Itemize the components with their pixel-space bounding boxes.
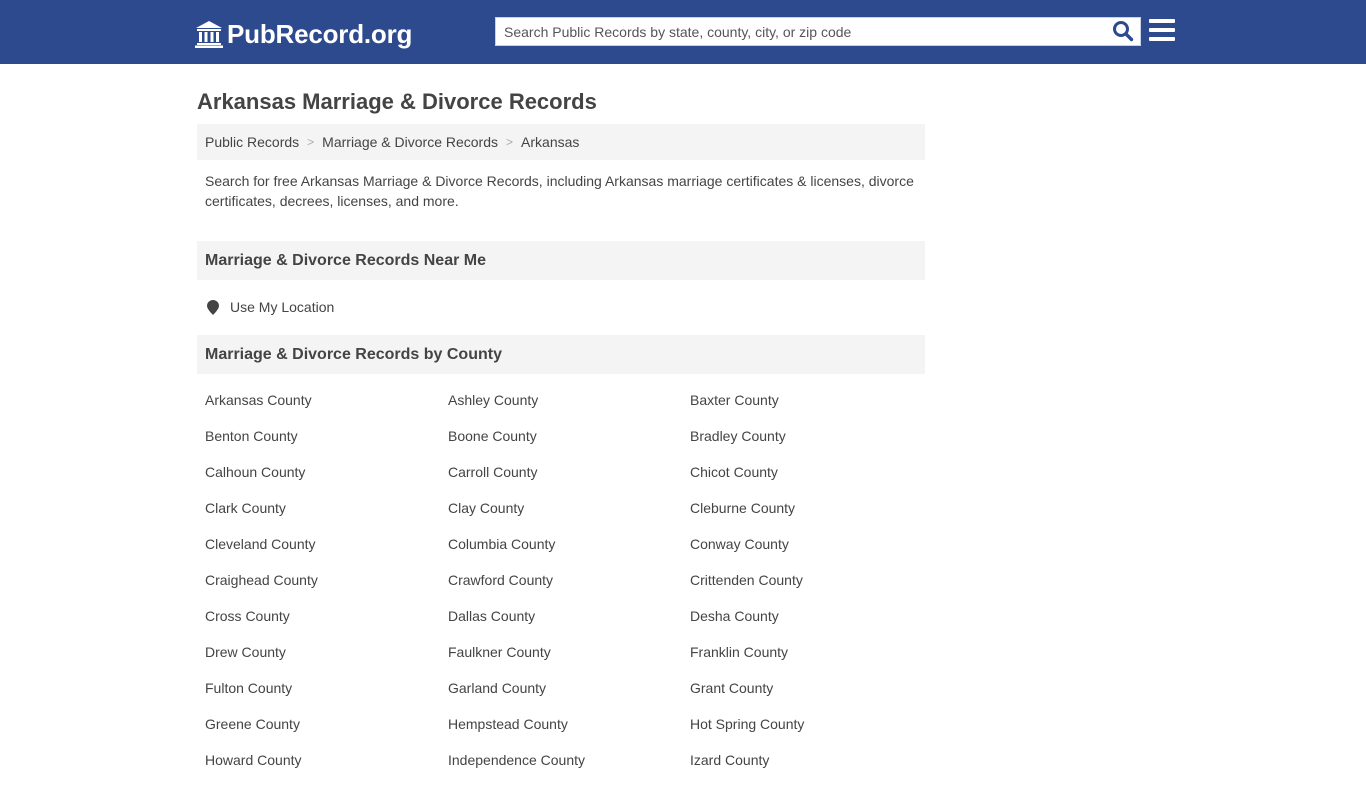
county-link[interactable]: Carroll County xyxy=(448,462,690,498)
hamburger-menu-icon xyxy=(1149,19,1175,23)
county-link[interactable]: Boone County xyxy=(448,426,690,462)
county-link[interactable]: Calhoun County xyxy=(205,462,448,498)
county-link[interactable]: Hempstead County xyxy=(448,714,690,750)
use-my-location-link[interactable]: Use My Location xyxy=(197,297,925,317)
county-link[interactable]: Garland County xyxy=(448,678,690,714)
courthouse-icon xyxy=(195,21,223,48)
main-content: Arkansas Marriage & Divorce Records Publ… xyxy=(197,64,925,786)
county-link[interactable]: Arkansas County xyxy=(205,390,448,426)
county-link[interactable]: Benton County xyxy=(205,426,448,462)
page-title: Arkansas Marriage & Divorce Records xyxy=(197,89,597,114)
county-link[interactable]: Fulton County xyxy=(205,678,448,714)
hamburger-bar xyxy=(1149,28,1175,32)
breadcrumb-arkansas[interactable]: Arkansas xyxy=(521,134,579,150)
breadcrumb: Public Records > Marriage & Divorce Reco… xyxy=(197,124,925,160)
county-link[interactable]: Hot Spring County xyxy=(690,714,933,750)
menu-button[interactable] xyxy=(1149,19,1175,43)
county-link[interactable]: Ashley County xyxy=(448,390,690,426)
breadcrumb-public-records[interactable]: Public Records xyxy=(205,134,299,150)
hamburger-bar xyxy=(1149,37,1175,41)
county-link[interactable]: Cleveland County xyxy=(205,534,448,570)
county-link[interactable]: Crittenden County xyxy=(690,570,933,606)
county-link[interactable]: Clay County xyxy=(448,498,690,534)
county-link[interactable]: Drew County xyxy=(205,642,448,678)
near-me-heading: Marriage & Divorce Records Near Me xyxy=(197,241,925,280)
intro-text: Search for free Arkansas Marriage & Divo… xyxy=(205,173,914,209)
county-link[interactable]: Desha County xyxy=(690,606,933,642)
county-link[interactable]: Cleburne County xyxy=(690,498,933,534)
search-icon xyxy=(1113,21,1134,42)
county-link[interactable]: Izard County xyxy=(690,750,933,786)
breadcrumb-marriage-divorce-records[interactable]: Marriage & Divorce Records xyxy=(322,134,498,150)
search-input[interactable] xyxy=(496,18,1106,45)
breadcrumb-separator: > xyxy=(506,135,514,149)
county-list: Arkansas County Ashley County Baxter Count… xyxy=(197,390,925,786)
search-box xyxy=(495,17,1141,46)
county-link[interactable]: Independence County xyxy=(448,750,690,786)
county-link[interactable]: Clark County xyxy=(205,498,448,534)
county-link[interactable]: Baxter County xyxy=(690,390,933,426)
county-link[interactable]: Howard County xyxy=(205,750,448,786)
county-link[interactable]: Crawford County xyxy=(448,570,690,606)
site-logo[interactable]: PubRecord.org xyxy=(195,17,412,51)
county-link[interactable]: Cross County xyxy=(205,606,448,642)
county-link[interactable]: Bradley County xyxy=(690,426,933,462)
search-button[interactable] xyxy=(1110,20,1136,44)
by-county-heading: Marriage & Divorce Records by County xyxy=(197,335,925,374)
county-link[interactable]: Franklin County xyxy=(690,642,933,678)
county-link[interactable]: Faulkner County xyxy=(448,642,690,678)
county-link[interactable]: Chicot County xyxy=(690,462,933,498)
map-pin-icon xyxy=(207,299,219,315)
county-link[interactable]: Columbia County xyxy=(448,534,690,570)
county-link[interactable]: Conway County xyxy=(690,534,933,570)
county-link[interactable]: Grant County xyxy=(690,678,933,714)
use-my-location-label: Use My Location xyxy=(230,299,335,315)
county-link[interactable]: Craighead County xyxy=(205,570,448,606)
breadcrumb-separator: > xyxy=(307,135,315,149)
top-navigation-bar: PubRecord.org xyxy=(0,0,1366,64)
logo-text: PubRecord.org xyxy=(227,18,413,49)
county-link[interactable]: Dallas County xyxy=(448,606,690,642)
county-link[interactable]: Greene County xyxy=(205,714,448,750)
